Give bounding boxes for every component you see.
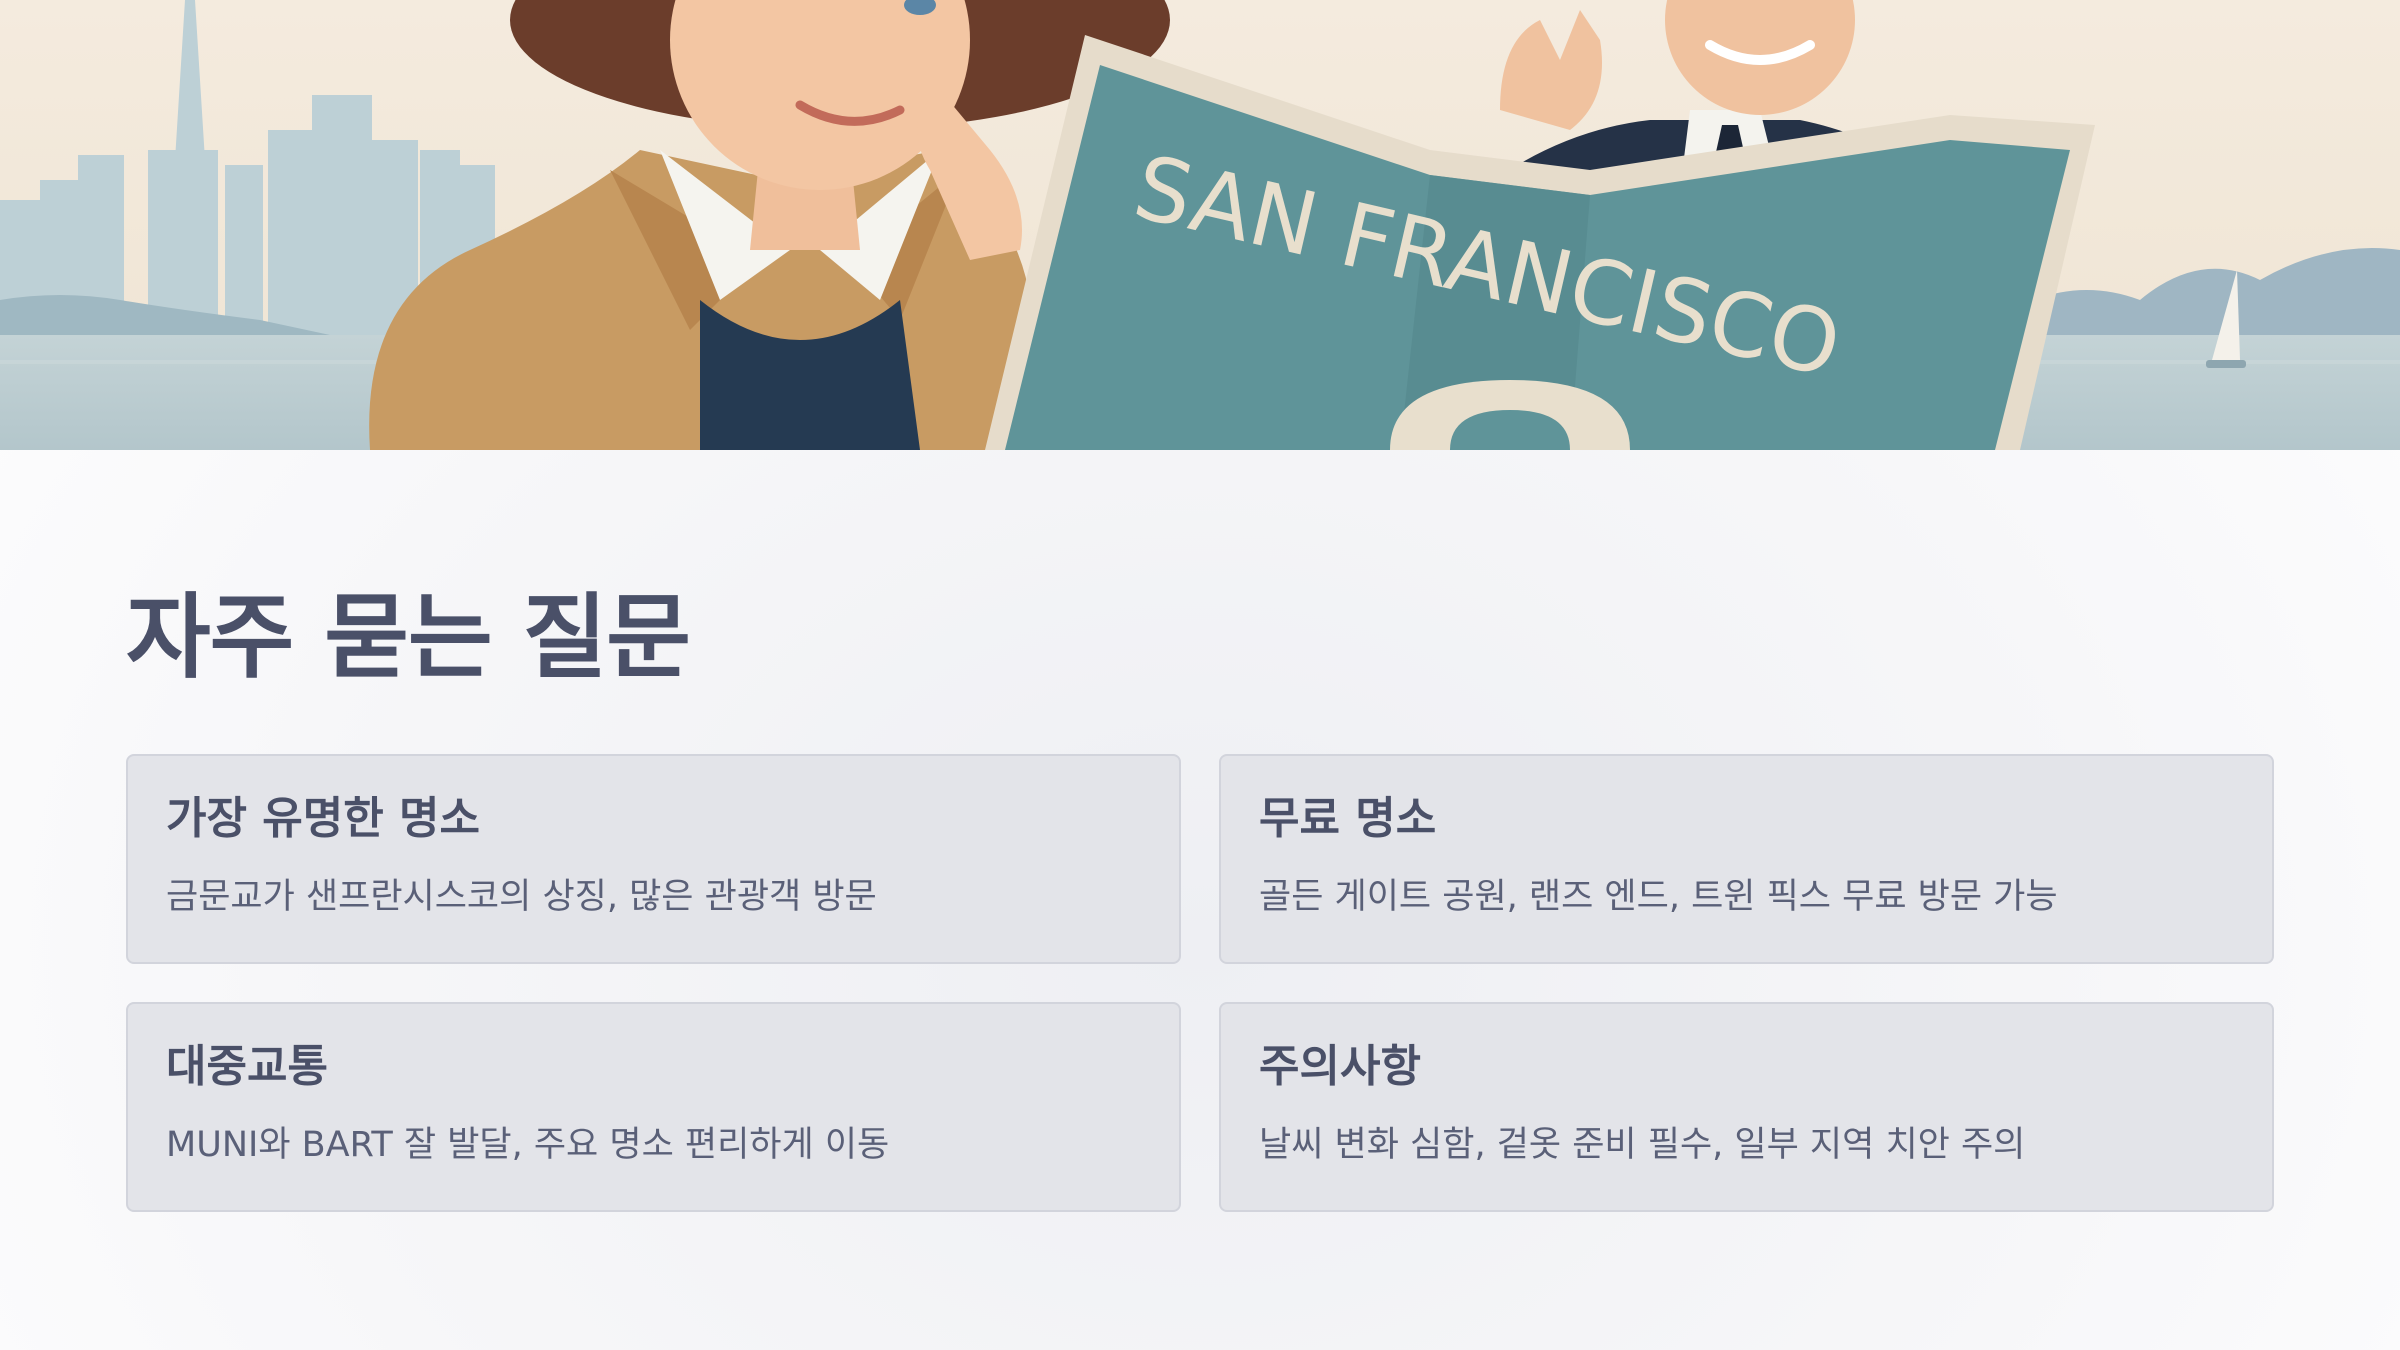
slide-page: SAN FRANCISCO 자주 묻는 질문 가장 유명한 명소 금문교가 샌프… bbox=[0, 0, 2400, 1350]
faq-answer: 금문교가 샌프란시스코의 상징, 많은 관광객 방문 bbox=[166, 877, 877, 917]
faq-grid: 가장 유명한 명소 금문교가 샌프란시스코의 상징, 많은 관광객 방문 무료 … bbox=[126, 754, 2274, 1212]
faq-question: 무료 명소 bbox=[1259, 793, 1437, 844]
faq-answer: 날씨 변화 심함, 겉옷 준비 필수, 일부 지역 치안 주의 bbox=[1259, 1125, 2026, 1165]
faq-answer: 골든 게이트 공원, 랜즈 엔드, 트윈 픽스 무료 방문 가능 bbox=[1259, 877, 2058, 917]
faq-answer: MUNI와 BART 잘 발달, 주요 명소 편리하게 이동 bbox=[166, 1125, 890, 1165]
faq-card-free-attractions: 무료 명소 골든 게이트 공원, 랜즈 엔드, 트윈 픽스 무료 방문 가능 bbox=[1219, 754, 2274, 964]
faq-card-precautions: 주의사항 날씨 변화 심함, 겉옷 준비 필수, 일부 지역 치안 주의 bbox=[1219, 1002, 2274, 1212]
faq-question: 가장 유명한 명소 bbox=[166, 793, 480, 844]
faq-card-public-transit: 대중교통 MUNI와 BART 잘 발달, 주요 명소 편리하게 이동 bbox=[126, 1002, 1181, 1212]
faq-question: 주의사항 bbox=[1259, 1041, 1421, 1092]
faq-card-famous-attractions: 가장 유명한 명소 금문교가 샌프란시스코의 상징, 많은 관광객 방문 bbox=[126, 754, 1181, 964]
faq-question: 대중교통 bbox=[166, 1041, 328, 1092]
hero-illustration: SAN FRANCISCO bbox=[0, 0, 2400, 450]
faq-title: 자주 묻는 질문 bbox=[126, 584, 691, 691]
